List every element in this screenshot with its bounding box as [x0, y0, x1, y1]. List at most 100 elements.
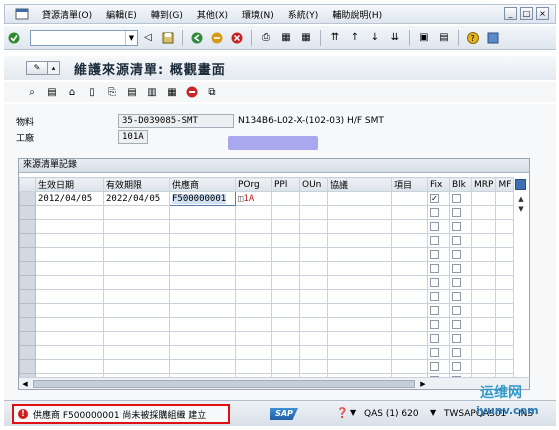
vendor-cell[interactable] — [169, 359, 236, 374]
fix-checkbox[interactable] — [430, 221, 439, 231]
agreement-cell[interactable] — [327, 317, 392, 332]
fix-checkbox[interactable] — [430, 207, 439, 217]
valid-to-cell[interactable] — [103, 359, 170, 374]
cancel-icon[interactable] — [230, 31, 244, 45]
blk-checkbox[interactable] — [452, 277, 461, 287]
row-selector[interactable] — [19, 317, 36, 332]
display-change-icon[interactable]: ✎ — [26, 61, 48, 75]
blk-checkbox[interactable] — [452, 347, 461, 357]
blk-checkbox[interactable] — [452, 235, 461, 245]
find-icon[interactable]: ▦ — [279, 31, 293, 45]
fix-checkbox[interactable] — [430, 263, 439, 273]
customize-layout-icon[interactable] — [486, 31, 500, 45]
oun-cell[interactable] — [299, 289, 328, 304]
ppl-cell[interactable] — [271, 261, 300, 276]
blk-checkbox[interactable] — [452, 291, 461, 301]
ppl-cell[interactable] — [271, 219, 300, 234]
valid-to-cell[interactable] — [103, 317, 170, 332]
porg-cell[interactable]: ◫1A — [235, 191, 272, 206]
generate-icon[interactable]: ⧉ — [205, 85, 219, 99]
ppl-cell[interactable] — [271, 317, 300, 332]
mrp-cell[interactable] — [470, 247, 497, 262]
porg-cell[interactable] — [235, 303, 272, 318]
ppl-cell[interactable] — [271, 345, 300, 360]
row-selector[interactable] — [19, 303, 36, 318]
mf-cell[interactable] — [495, 331, 515, 346]
ppl-cell[interactable] — [271, 289, 300, 304]
save-icon[interactable] — [161, 31, 175, 45]
item-cell[interactable] — [391, 219, 428, 234]
vendor-cell[interactable] — [169, 289, 236, 304]
status-help-icon[interactable]: ❓ — [336, 408, 348, 419]
agreement-cell[interactable] — [327, 345, 392, 360]
blk-checkbox[interactable] — [452, 305, 461, 315]
new-entry-icon[interactable]: ▯ — [85, 85, 99, 99]
horizontal-scrollbar[interactable]: ◀ ▶ — [19, 377, 529, 389]
ppl-cell[interactable] — [271, 331, 300, 346]
mf-cell[interactable] — [495, 289, 515, 304]
porg-cell[interactable] — [235, 289, 272, 304]
print-icon[interactable]: ⎙ — [259, 31, 273, 45]
vendor-cell[interactable] — [169, 275, 236, 290]
item-cell[interactable] — [391, 345, 428, 360]
menu-help[interactable]: 輔助說明(H) — [325, 8, 389, 21]
menu-edit[interactable]: 編輯(E) — [99, 8, 144, 21]
blk-checkbox[interactable] — [452, 249, 461, 259]
item-cell[interactable] — [391, 289, 428, 304]
mf-cell[interactable] — [495, 275, 515, 290]
porg-cell[interactable] — [235, 317, 272, 332]
scroll-down-icon[interactable]: ▼ — [515, 205, 527, 215]
minimize-button[interactable]: _ — [504, 7, 517, 20]
agreement-cell[interactable] — [327, 275, 392, 290]
mf-cell[interactable] — [495, 345, 515, 360]
ppl-cell[interactable] — [271, 359, 300, 374]
restore-button[interactable]: □ — [520, 7, 533, 20]
ppl-cell[interactable] — [271, 303, 300, 318]
porg-cell[interactable] — [235, 219, 272, 234]
valid-to-cell[interactable]: 2022/04/05 — [103, 191, 170, 206]
fix-checkbox[interactable] — [430, 277, 439, 287]
mrp-cell[interactable] — [470, 205, 497, 220]
scroll-thumb[interactable] — [33, 379, 415, 388]
command-dropdown-icon[interactable]: ▼ — [125, 30, 137, 45]
menu-goto[interactable]: 轉到(G) — [144, 8, 190, 21]
agreement-cell[interactable] — [327, 191, 392, 206]
valid-from-cell[interactable] — [35, 317, 104, 332]
item-cell[interactable] — [391, 205, 428, 220]
valid-from-cell[interactable]: 2012/04/05 — [35, 191, 104, 206]
records-icon[interactable]: ▦ — [165, 85, 179, 99]
mrp-cell[interactable] — [470, 191, 497, 206]
vendor-cell[interactable] — [169, 303, 236, 318]
oun-cell[interactable] — [299, 205, 328, 220]
valid-from-cell[interactable] — [35, 219, 104, 234]
enter-icon[interactable] — [7, 31, 21, 45]
copy-icon[interactable]: ⎘ — [105, 85, 119, 99]
oun-cell[interactable] — [299, 345, 328, 360]
vendor-cell[interactable] — [169, 219, 236, 234]
row-selector[interactable] — [19, 331, 36, 346]
ppl-cell[interactable] — [271, 275, 300, 290]
mrp-cell[interactable] — [470, 303, 497, 318]
oun-cell[interactable] — [299, 247, 328, 262]
vertical-scrollbar[interactable]: ▲ ▼ — [515, 195, 527, 217]
mf-cell[interactable] — [495, 359, 515, 374]
scroll-left-icon[interactable]: ◀ — [19, 380, 31, 388]
blk-checkbox[interactable] — [452, 221, 461, 231]
fix-checkbox[interactable] — [430, 291, 439, 301]
vendor-cell[interactable] — [169, 205, 236, 220]
plant-field[interactable]: 101A — [118, 130, 148, 144]
porg-cell[interactable] — [235, 345, 272, 360]
mrp-cell[interactable] — [470, 331, 497, 346]
list-icon[interactable]: ▥ — [145, 85, 159, 99]
mrp-cell[interactable] — [470, 289, 497, 304]
material-field[interactable]: 35-D039085-SMT — [118, 114, 234, 128]
fix-checkbox[interactable] — [430, 333, 439, 343]
mf-cell[interactable] — [495, 317, 515, 332]
ppl-cell[interactable] — [271, 247, 300, 262]
mrp-cell[interactable] — [470, 219, 497, 234]
back-icon[interactable] — [190, 31, 204, 45]
row-selector[interactable] — [19, 261, 36, 276]
mrp-cell[interactable] — [470, 317, 497, 332]
row-selector[interactable] — [19, 233, 36, 248]
row-selector-header[interactable] — [19, 177, 36, 192]
